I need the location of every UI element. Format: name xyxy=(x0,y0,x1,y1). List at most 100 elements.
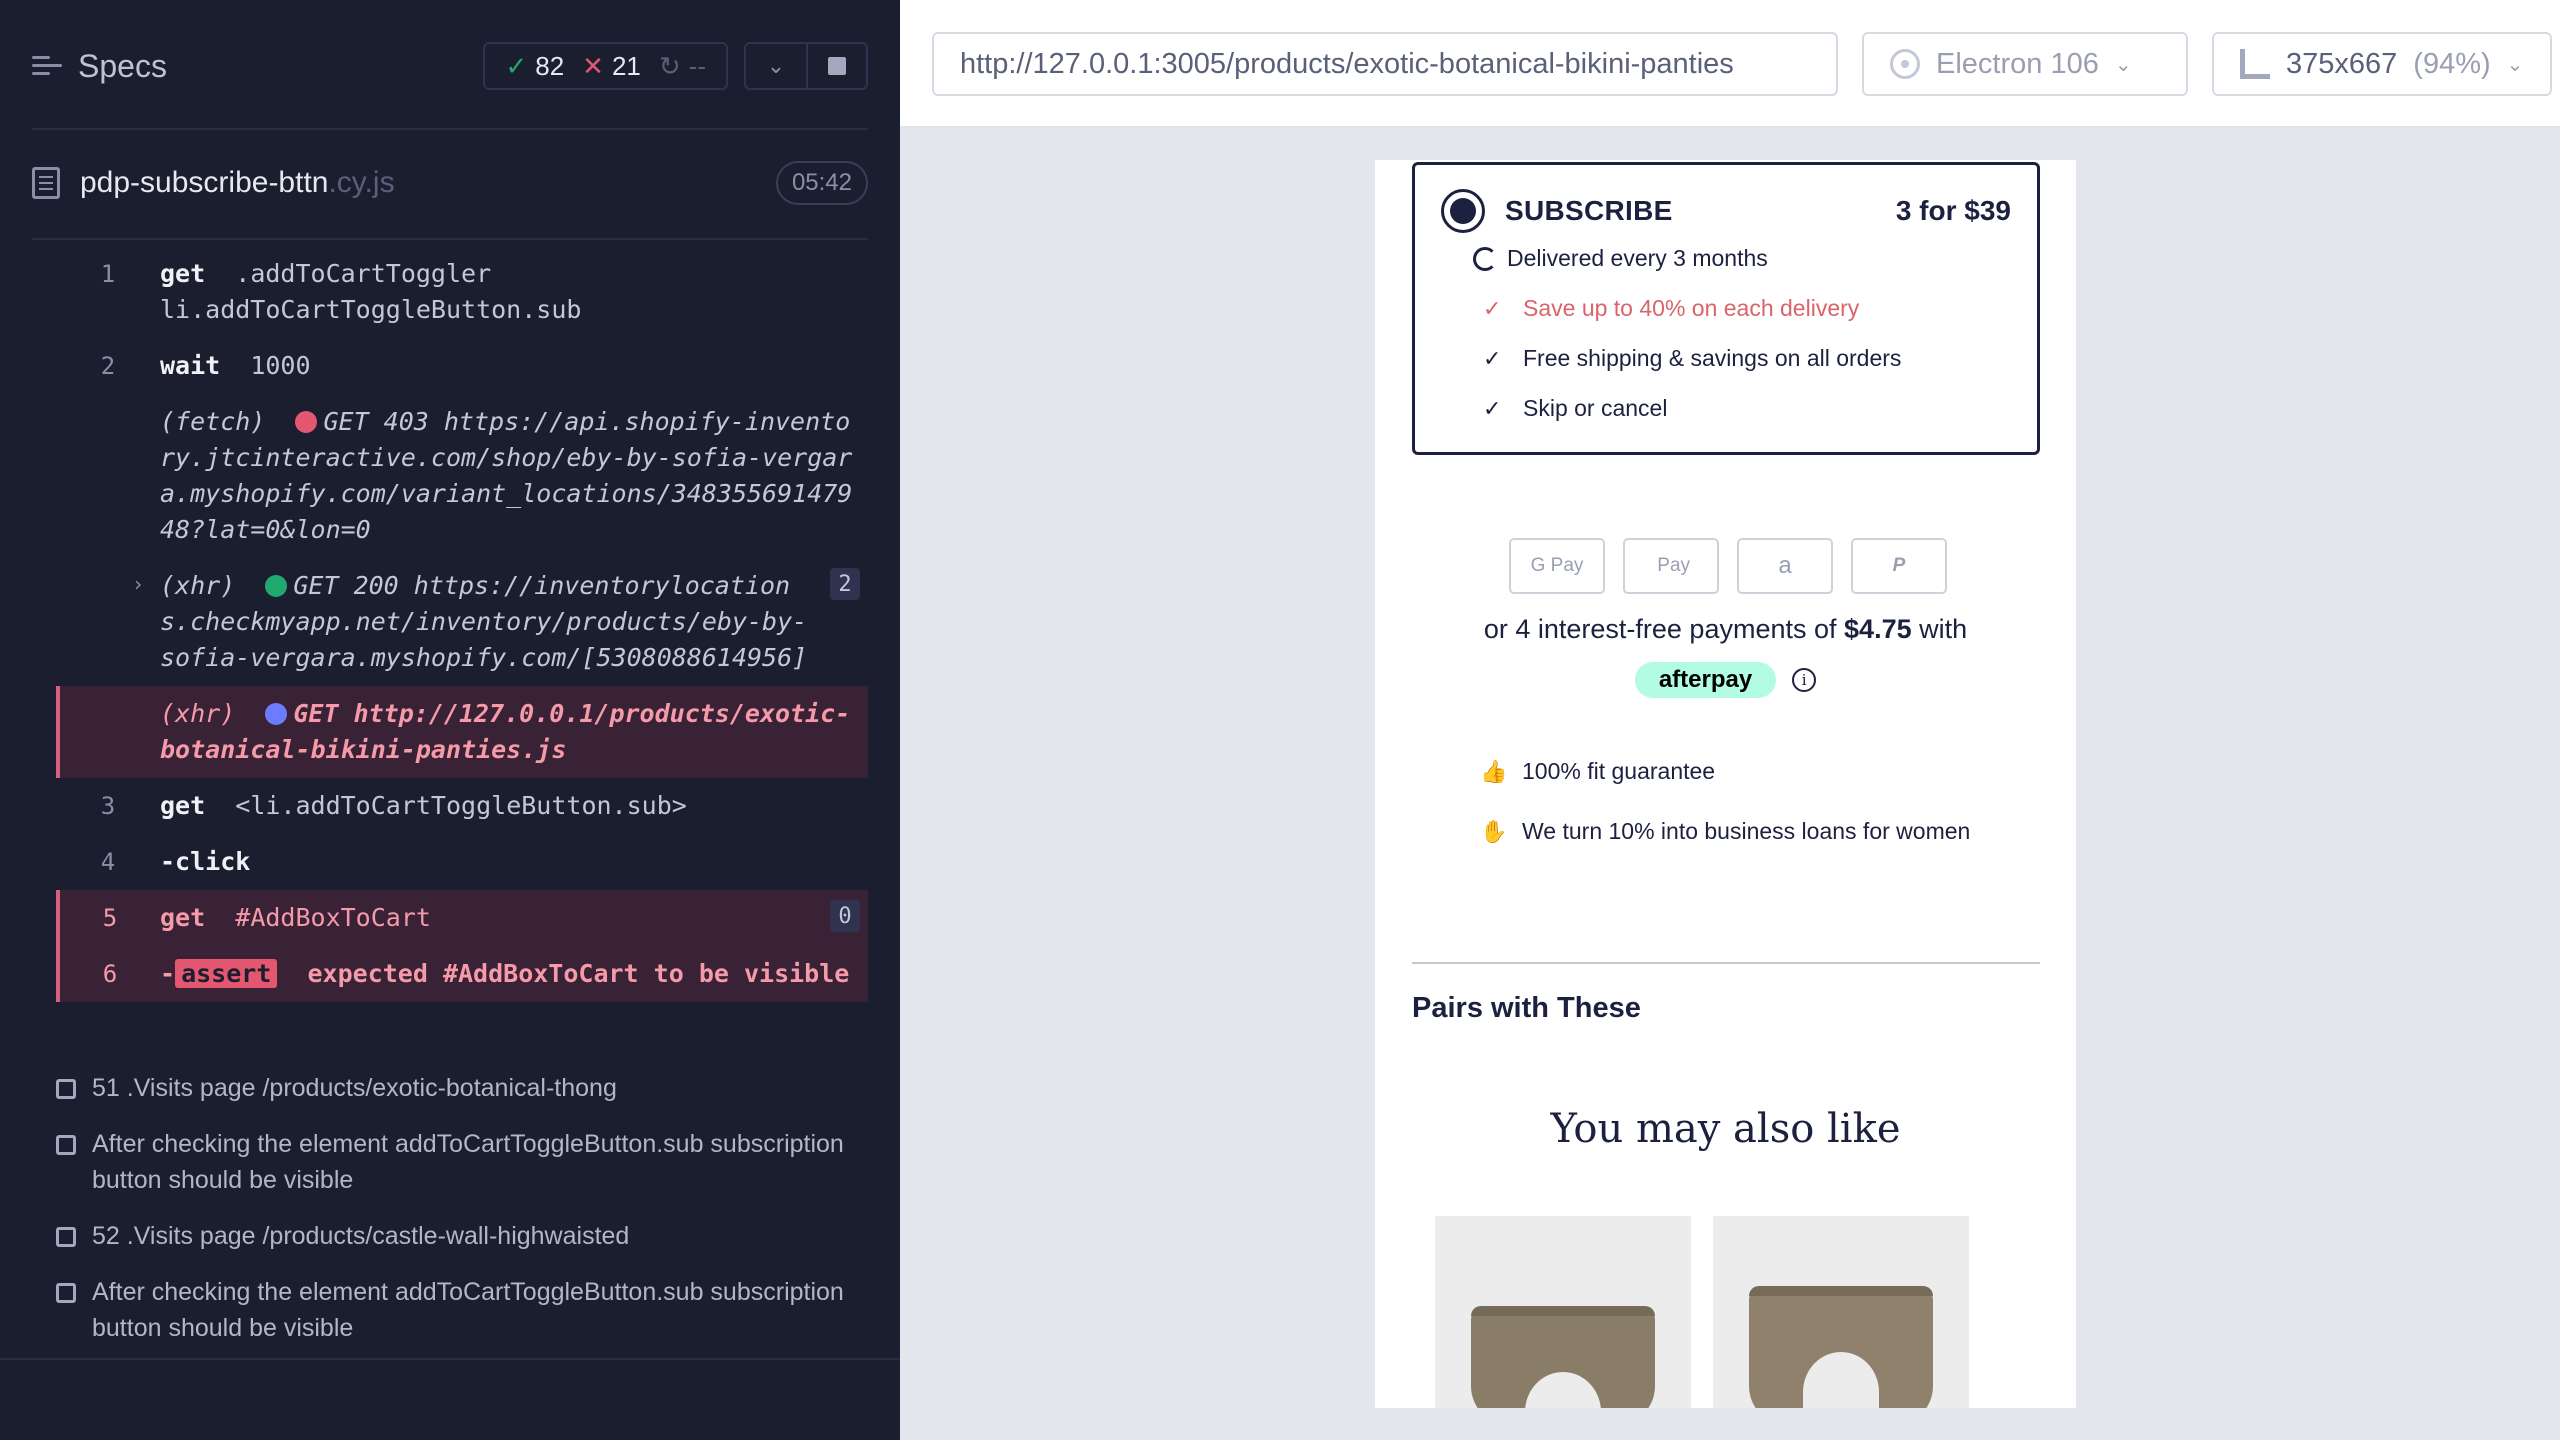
thumbs-up-icon: 👍 xyxy=(1480,758,1508,784)
file-icon xyxy=(32,167,60,199)
command-arg: expected #AddBoxToCart to be visible xyxy=(307,959,850,988)
specs-title: Specs xyxy=(78,47,167,84)
browser-selector[interactable]: Electron 106 ⌄ xyxy=(1862,32,2188,96)
pending-icon: ↻ xyxy=(658,50,681,81)
fetch-log-row[interactable]: (fetch) GET 403 https://api.shopify-inve… xyxy=(56,394,868,558)
perk-item: ✓ Save up to 40% on each delivery xyxy=(1483,295,1859,322)
stop-icon xyxy=(828,57,846,75)
guarantee-text: We turn 10% into business loans for wome… xyxy=(1522,818,1971,844)
test-item[interactable]: 52 .Visits page /products/castle-wall-hi… xyxy=(56,1218,868,1254)
command-number: 4 xyxy=(100,848,116,876)
pending-count: -- xyxy=(688,50,706,81)
menu-collapse-icon xyxy=(32,54,62,78)
failed-count: 21 xyxy=(611,50,641,81)
subscribe-option[interactable]: SUBSCRIBE 3 for $39 Delivered every 3 mo… xyxy=(1412,162,2040,455)
test-item[interactable]: After checking the element addToCartTogg… xyxy=(56,1126,868,1198)
browser-label: Electron 106 xyxy=(1936,47,2099,80)
count-badge: 2 xyxy=(830,568,860,600)
command-name: wait xyxy=(160,351,221,380)
count-badge: 0 xyxy=(830,900,860,932)
check-icon: ✓ xyxy=(1483,295,1502,321)
spec-file-row[interactable]: pdp-subscribe-bttn .cy.js 05:42 xyxy=(32,150,868,216)
installment-amount: $4.75 xyxy=(1844,614,1912,644)
apple-pay-button[interactable]: Pay xyxy=(1623,538,1719,594)
xhr-log-row[interactable]: › (xhr) GET 200 https://inventorylocatio… xyxy=(56,558,868,686)
check-icon: ✓ xyxy=(505,50,528,81)
apple-pay-label: Pay xyxy=(1657,555,1691,576)
product-image[interactable] xyxy=(1713,1216,1969,1408)
test-status-icon xyxy=(56,1135,76,1155)
command-row[interactable]: 3 get <li.addToCartToggleButton.sub> xyxy=(56,778,868,834)
test-item[interactable]: After checking the element addToCartTogg… xyxy=(56,1274,868,1346)
command-name: get xyxy=(160,903,206,932)
command-number: 5 xyxy=(102,904,118,932)
perk-item: ✓ Skip or cancel xyxy=(1483,395,1667,422)
test-title: 52 .Visits page /products/castle-wall-hi… xyxy=(92,1222,630,1250)
status-dot-icon xyxy=(265,575,288,597)
command-arg: GET 200 https://inventorylocations.check… xyxy=(160,571,808,672)
product-image[interactable] xyxy=(1435,1216,1691,1408)
failed-assert-row[interactable]: 6 - assert expected #AddBoxToCart to be v… xyxy=(56,946,868,1002)
command-arg: #AddBoxToCart xyxy=(235,903,431,932)
command-number: 1 xyxy=(100,260,116,288)
cross-icon: ✕ xyxy=(582,50,604,81)
command-name: (fetch) xyxy=(160,407,266,436)
command-name: get xyxy=(160,259,206,288)
command-log: 1 get .addToCartToggler li.addToCartTogg… xyxy=(56,246,868,1002)
guarantee-text: 100% fit guarantee xyxy=(1522,758,1716,784)
chevron-down-icon: ⌄ xyxy=(2114,53,2132,76)
status-dot-icon xyxy=(265,703,288,725)
reporter-panel: Specs ✓ 82 ✕ 21 ↻ -- ⌄ pdp-subscribe-bttn .… xyxy=(0,0,900,1440)
failed-command-row[interactable]: 5 get #AddBoxToCart 0 xyxy=(56,890,868,946)
expand-button[interactable]: ⌄ xyxy=(746,44,806,88)
guarantee-item: ✋ We turn 10% into business loans for wo… xyxy=(1480,818,1970,845)
command-row[interactable]: 1 get .addToCartToggler li.addToCartTogg… xyxy=(56,246,868,338)
command-arg: <li.addToCartToggleButton.sub> xyxy=(235,791,687,820)
test-title: After checking the element addToCartTogg… xyxy=(92,1278,844,1342)
command-row[interactable]: 2 wait 1000 xyxy=(56,338,868,394)
command-name: get xyxy=(160,791,206,820)
status-dot-icon xyxy=(295,411,318,433)
refresh-icon xyxy=(1473,246,1497,271)
guarantee-item: 👍 100% fit guarantee xyxy=(1480,758,1715,785)
check-icon: ✓ xyxy=(1483,345,1502,371)
stop-button[interactable] xyxy=(806,44,866,88)
viewport-selector[interactable]: 375x667 (94%) ⌄ xyxy=(2212,32,2552,96)
aut-header: http://127.0.0.1:3005/products/exotic-bo… xyxy=(900,0,2560,128)
installments-suffix: with xyxy=(1919,614,1968,644)
xhr-log-row-active[interactable]: (xhr) GET http://127.0.0.1/products/exot… xyxy=(56,686,868,778)
radio-selected-icon[interactable] xyxy=(1441,189,1485,233)
stats-box: ✓ 82 ✕ 21 ↻ -- xyxy=(483,42,728,90)
url-field[interactable]: http://127.0.0.1:3005/products/exotic-bo… xyxy=(932,32,1838,96)
google-pay-button[interactable]: G Pay xyxy=(1509,538,1605,594)
command-arg: .addToCartToggler li.addToCartToggleButt… xyxy=(160,259,582,324)
test-item[interactable]: 51 .Visits page /products/exotic-botanic… xyxy=(56,1070,868,1106)
test-status-icon xyxy=(56,1283,76,1303)
delivery-frequency: Delivered every 3 months xyxy=(1473,245,1768,272)
also-like-heading: You may also like xyxy=(1550,1106,1901,1152)
command-row[interactable]: 4 -click xyxy=(56,834,868,890)
command-name: - xyxy=(160,959,176,988)
specs-toggle[interactable]: Specs xyxy=(32,48,167,85)
amazon-pay-button[interactable]: a xyxy=(1737,538,1833,594)
test-list: 51 .Visits page /products/exotic-botanic… xyxy=(56,1070,868,1366)
command-number: 3 xyxy=(100,792,116,820)
assert-badge: assert xyxy=(175,959,278,988)
chevron-down-icon: ⌄ xyxy=(2506,53,2524,76)
command-name: -click xyxy=(160,847,251,876)
viewport-scale: (94%) xyxy=(2413,47,2491,80)
command-arg: 1000 xyxy=(250,351,311,380)
bikini-panty-image xyxy=(1471,1306,1655,1408)
test-title: After checking the element addToCartTogg… xyxy=(92,1130,844,1194)
test-status-icon xyxy=(56,1079,76,1099)
payment-methods: G Pay Pay a P xyxy=(1509,538,1947,594)
reporter-header: Specs ✓ 82 ✕ 21 ↻ -- ⌄ xyxy=(32,32,868,100)
info-icon[interactable]: i xyxy=(1792,668,1817,692)
chevron-down-icon: ⌄ xyxy=(766,53,786,78)
delivery-text: Delivered every 3 months xyxy=(1507,245,1768,271)
perk-item: ✓ Free shipping & savings on all orders xyxy=(1483,345,1901,372)
installments-text: or 4 interest-free payments of $4.75 wit… xyxy=(1375,614,2076,645)
command-number: 2 xyxy=(100,352,116,380)
reporter-footer xyxy=(0,1358,900,1440)
paypal-button[interactable]: P xyxy=(1851,538,1947,594)
